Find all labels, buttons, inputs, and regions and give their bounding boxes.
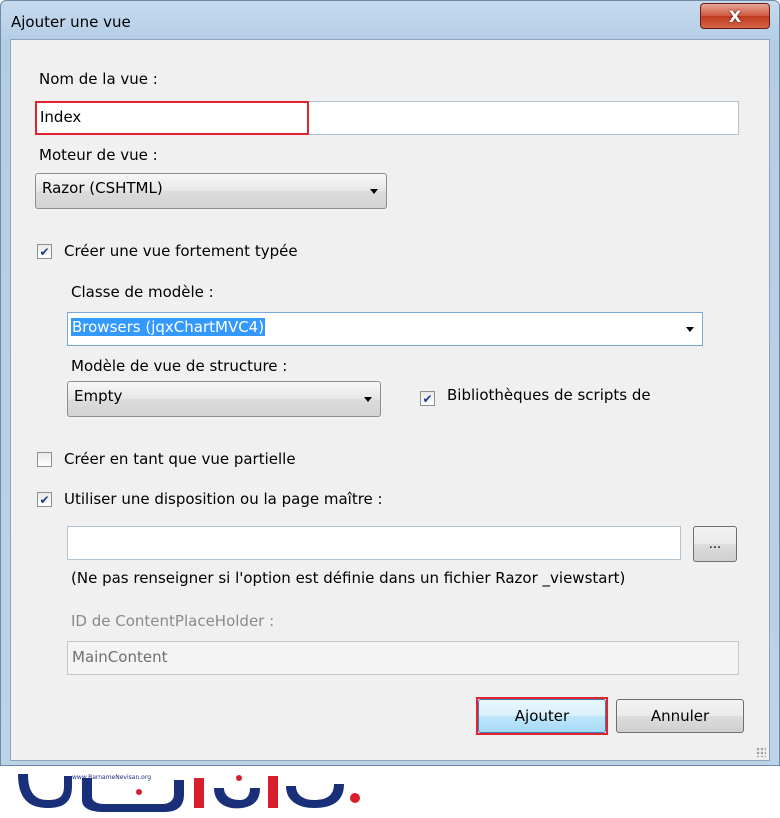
- use-layout-label: Utiliser une disposition ou la page maît…: [64, 490, 383, 508]
- site-logo: [18, 774, 360, 812]
- partial-view-checkbox[interactable]: [37, 452, 52, 467]
- close-button[interactable]: X: [700, 3, 770, 29]
- partial-view-label: Créer en tant que vue partielle: [64, 450, 296, 468]
- cancel-button-label: Annuler: [650, 707, 710, 725]
- resize-grip[interactable]: [756, 747, 766, 757]
- chevron-down-icon: [364, 397, 372, 402]
- use-layout-checkbox[interactable]: ✔: [37, 492, 52, 507]
- cancel-button[interactable]: Annuler: [616, 699, 744, 733]
- dialog-body: Nom de la vue : Index Moteur de vue : Ra…: [10, 39, 770, 761]
- model-class-value: Browsers (jqxChartMVC4): [71, 318, 266, 336]
- model-class-select[interactable]: Browsers (jqxChartMVC4): [67, 312, 703, 346]
- chevron-down-icon: [370, 189, 378, 194]
- check-icon: ✔: [422, 391, 433, 406]
- scaffold-label: Modèle de vue de structure :: [71, 357, 288, 375]
- browse-button-label: ...: [708, 536, 722, 552]
- add-view-dialog: Ajouter une vue X Nom de la vue : Index …: [0, 0, 780, 766]
- close-icon: X: [728, 6, 742, 26]
- placeholder-id-label: ID de ContentPlaceHolder :: [71, 612, 275, 630]
- view-name-highlight: [35, 101, 309, 135]
- scaffold-select[interactable]: Empty: [67, 381, 381, 417]
- chevron-down-icon: [686, 327, 694, 332]
- view-name-label: Nom de la vue :: [39, 70, 158, 88]
- add-button-highlight: [476, 697, 608, 735]
- logo-url: www.BarnameNevisan.org: [72, 774, 151, 781]
- check-icon: ✔: [39, 492, 50, 507]
- engine-select-value: Razor (CSHTML): [42, 179, 163, 197]
- dialog-title: Ajouter une vue: [11, 13, 131, 31]
- browse-button[interactable]: ...: [693, 526, 737, 562]
- script-libs-label: Bibliothèques de scripts de: [447, 386, 651, 404]
- strongly-typed-checkbox[interactable]: ✔: [37, 244, 52, 259]
- check-icon: ✔: [39, 244, 50, 259]
- strongly-typed-label: Créer une vue fortement typée: [64, 242, 298, 260]
- layout-hint: (Ne pas renseigner si l'option est défin…: [71, 569, 626, 587]
- placeholder-id-input: MainContent: [67, 641, 739, 675]
- engine-select[interactable]: Razor (CSHTML): [35, 173, 387, 209]
- engine-label: Moteur de vue :: [39, 146, 158, 164]
- model-class-label: Classe de modèle :: [71, 283, 214, 301]
- scaffold-select-value: Empty: [74, 387, 123, 405]
- layout-path-input[interactable]: [67, 526, 681, 560]
- script-libs-checkbox[interactable]: ✔: [420, 391, 435, 406]
